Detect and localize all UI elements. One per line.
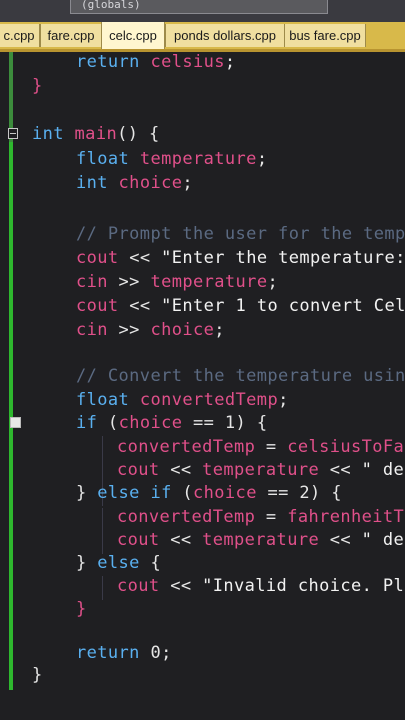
code-line: cout << temperature << " deg	[117, 530, 405, 550]
code-line: cin >> temperature;	[76, 272, 279, 292]
code-comment: // Prompt the user for the temp	[76, 224, 405, 244]
code-comment: // Convert the temperature usin	[76, 366, 405, 386]
code-line: convertedTemp = celsiusToFa	[117, 437, 405, 457]
code-line: cout << "Enter the temperature:	[76, 248, 405, 268]
code-line: float convertedTemp;	[76, 390, 289, 410]
code-editor[interactable]: return celsius; } int main() { float tem…	[0, 0, 405, 720]
code-line: if (choice == 1) {	[76, 413, 268, 433]
code-line: } else {	[76, 553, 162, 573]
code-line: int main() {	[32, 124, 160, 144]
code-line: return 0;	[76, 643, 172, 663]
code-line: int choice;	[76, 173, 193, 193]
code-line: cout << "Invalid choice. Ple	[117, 576, 405, 596]
code-line: return celsius;	[76, 52, 236, 72]
editor-bottom-area	[0, 690, 405, 720]
code-line: }	[32, 76, 43, 96]
code-line: cin >> choice;	[76, 320, 225, 340]
code-line: }	[76, 599, 87, 619]
code-line: }	[32, 665, 43, 685]
code-line: cout << "Enter 1 to convert Cel	[76, 296, 405, 316]
code-line: convertedTemp = fahrenheitT	[117, 507, 405, 527]
code-line: float temperature;	[76, 149, 268, 169]
code-line: cout << temperature << " de	[117, 460, 405, 480]
code-line: } else if (choice == 2) {	[76, 483, 342, 503]
